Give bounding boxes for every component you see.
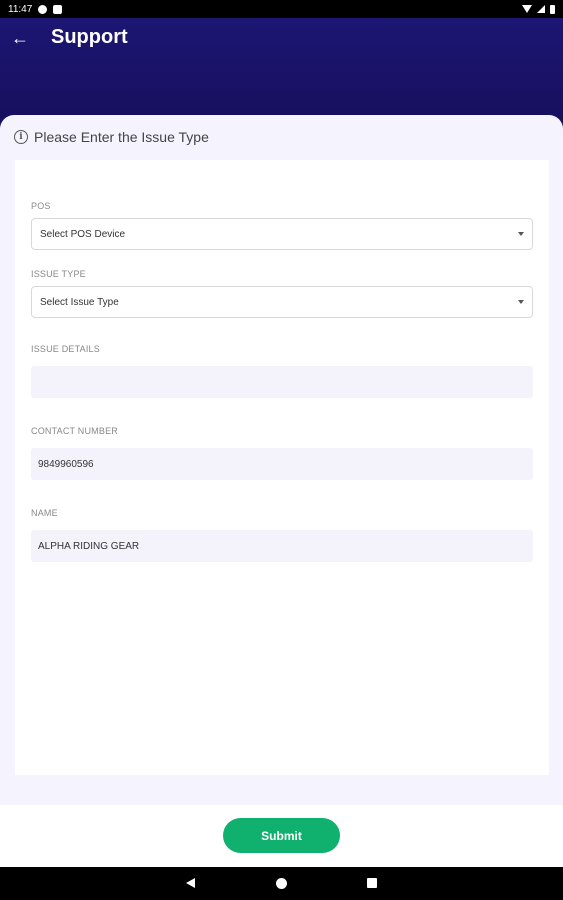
- contact-number-label: CONTACT NUMBER: [31, 426, 118, 436]
- footer: Submit: [0, 805, 563, 867]
- support-form: POS Select POS Device ISSUE TYPE Select …: [15, 160, 549, 775]
- pos-device-select[interactable]: Select POS Device: [31, 218, 533, 250]
- app-header: ← Support: [0, 18, 563, 130]
- issue-details-label: ISSUE DETAILS: [31, 344, 100, 354]
- info-icon: i: [14, 130, 28, 144]
- issue-details-input[interactable]: [31, 366, 533, 398]
- issue-type-select[interactable]: Select Issue Type: [31, 286, 533, 318]
- nav-home-icon[interactable]: [276, 878, 287, 889]
- status-bar: 11:47: [0, 0, 563, 18]
- pos-label: POS: [31, 201, 51, 211]
- system-nav-bar: [0, 867, 563, 900]
- issue-type-label: ISSUE TYPE: [31, 269, 86, 279]
- name-label: NAME: [31, 508, 58, 518]
- contact-number-input[interactable]: [31, 448, 533, 480]
- wifi-icon: [522, 5, 532, 13]
- issue-type-placeholder: Select Issue Type: [40, 296, 119, 308]
- nav-back-icon[interactable]: [186, 878, 195, 888]
- app-notification-icon: [38, 4, 48, 14]
- section-title: Please Enter the Issue Type: [34, 129, 209, 145]
- dropdown-caret-icon: [518, 300, 524, 304]
- sim-card-icon: [53, 4, 63, 14]
- nav-recents-icon[interactable]: [367, 878, 377, 888]
- back-arrow-icon[interactable]: ←: [10, 28, 30, 48]
- signal-icon: [537, 5, 545, 13]
- name-input[interactable]: [31, 530, 533, 562]
- page-title: Support: [51, 26, 128, 48]
- pos-select-placeholder: Select POS Device: [40, 228, 126, 240]
- submit-button[interactable]: Submit: [223, 818, 340, 853]
- content-sheet: i Please Enter the Issue Type POS Select…: [0, 115, 563, 805]
- section-header: i Please Enter the Issue Type: [14, 129, 209, 145]
- battery-icon: [550, 4, 555, 14]
- dropdown-caret-icon: [518, 232, 524, 236]
- status-time: 11:47: [8, 3, 33, 15]
